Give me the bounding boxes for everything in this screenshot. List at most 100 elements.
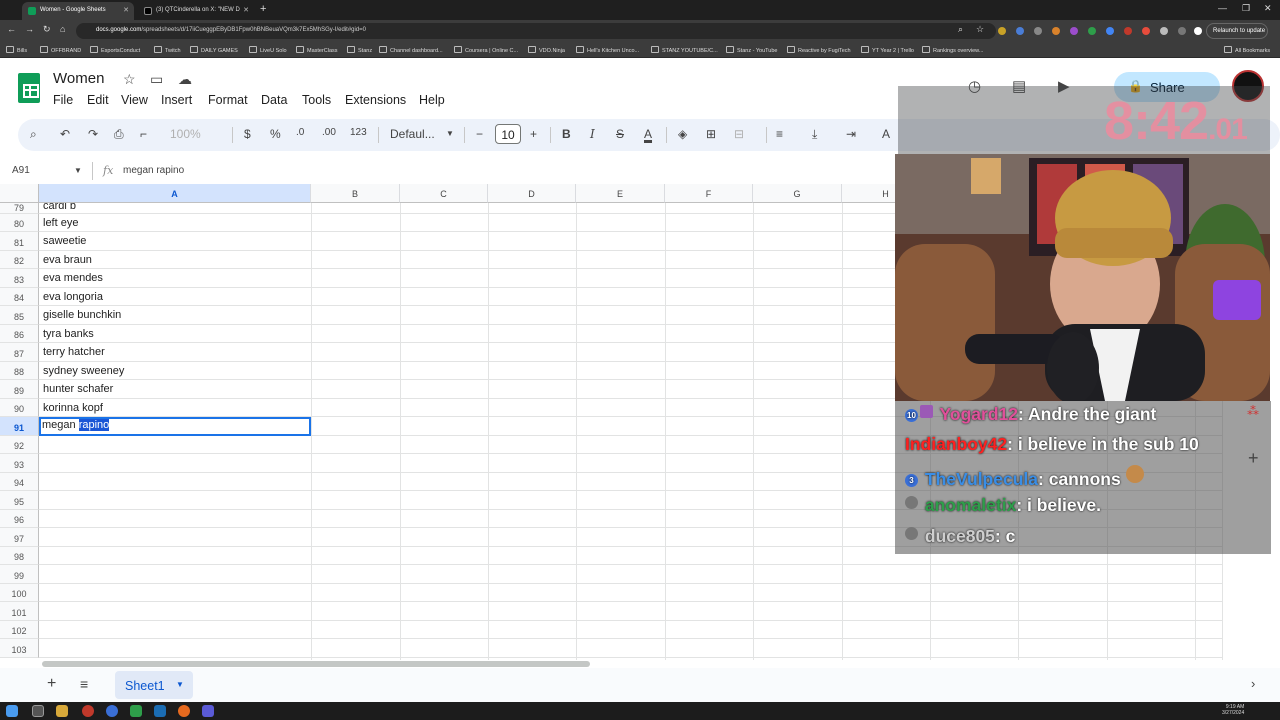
undo-icon[interactable]: ↶: [60, 127, 70, 141]
row-header[interactable]: 101: [0, 602, 39, 621]
row-header[interactable]: 79: [0, 203, 39, 214]
text-color-button[interactable]: A: [644, 127, 652, 141]
profile-avatar-icon[interactable]: [1194, 27, 1202, 35]
row-header[interactable]: 96: [0, 509, 39, 528]
merge-cells-icon[interactable]: ⊟: [734, 127, 744, 141]
row-header[interactable]: 94: [0, 472, 39, 491]
row-header[interactable]: 93: [0, 454, 39, 473]
column-header-g[interactable]: G: [753, 184, 842, 203]
explore-arrow-icon[interactable]: ›: [1251, 676, 1255, 691]
chevron-down-icon[interactable]: ▼: [74, 166, 82, 175]
back-icon[interactable]: ←: [7, 24, 16, 34]
sheets-logo-icon[interactable]: [18, 73, 40, 103]
bold-button[interactable]: B: [562, 127, 571, 141]
vertical-align-icon[interactable]: ⤓: [812, 127, 817, 142]
extension-icon[interactable]: [1106, 27, 1114, 35]
row-header[interactable]: 102: [0, 620, 39, 639]
chevron-down-icon[interactable]: ▼: [176, 680, 184, 689]
row-header[interactable]: 95: [0, 491, 39, 510]
row-header[interactable]: 87: [0, 343, 39, 362]
all-bookmarks[interactable]: All Bookmarks: [1224, 46, 1270, 54]
address-bar[interactable]: docs.google.com/spreadsheets/d/17iiCuegg…: [76, 23, 996, 39]
search-icon[interactable]: ⌕: [958, 24, 963, 35]
tab-search-icon[interactable]: [1178, 27, 1186, 35]
chevron-down-icon[interactable]: ▼: [446, 129, 454, 138]
menu-edit[interactable]: Edit: [87, 93, 109, 107]
minimize-icon[interactable]: —: [1218, 3, 1227, 13]
bookmark-item[interactable]: Channel dashboard...: [379, 46, 443, 54]
row-header[interactable]: 86: [0, 324, 39, 343]
text-wrapping-icon[interactable]: ⇥: [846, 127, 856, 141]
cell-a[interactable]: giselle bunchkin: [43, 309, 121, 321]
row-header[interactable]: 84: [0, 287, 39, 306]
bookmark-item[interactable]: LiveU Solo: [249, 46, 287, 54]
document-title[interactable]: Women: [53, 70, 104, 87]
row-header[interactable]: 82: [0, 250, 39, 269]
column-header-e[interactable]: E: [576, 184, 665, 203]
redo-icon[interactable]: ↷: [88, 127, 98, 141]
cell-a[interactable]: hunter schafer: [43, 383, 113, 395]
paint-format-icon[interactable]: ⌐: [140, 127, 147, 141]
bookmark-item[interactable]: Hell's Kitchen Unco...: [576, 46, 639, 54]
chrome-icon[interactable]: [32, 705, 44, 717]
column-header-a[interactable]: A: [39, 184, 311, 203]
cell-a[interactable]: tyra banks: [43, 328, 94, 340]
menu-help[interactable]: Help: [419, 93, 445, 107]
row-header[interactable]: 81: [0, 232, 39, 251]
home-icon[interactable]: ⌂: [60, 24, 65, 34]
bookmark-item[interactable]: Stanz - YouTube: [726, 46, 777, 54]
font-family-select[interactable]: Defaul...: [390, 127, 435, 141]
column-header-b[interactable]: B: [311, 184, 400, 203]
borders-icon[interactable]: ⊞: [706, 127, 716, 141]
extension-icon[interactable]: [1070, 27, 1078, 35]
reload-icon[interactable]: ↻: [43, 24, 51, 35]
horizontal-align-icon[interactable]: ≡: [776, 127, 783, 141]
star-icon[interactable]: ☆: [123, 71, 136, 88]
row-header[interactable]: 92: [0, 435, 39, 454]
tab-x-post[interactable]: (3) QTCinderella on X: "NEW D ✕: [138, 2, 254, 20]
font-size-input[interactable]: 10: [495, 124, 521, 144]
cell-a[interactable]: terry hatcher: [43, 346, 105, 358]
cell-editor-text[interactable]: megan rapino: [42, 419, 110, 431]
tab-google-sheets[interactable]: Women - Google Sheets ✕: [22, 2, 134, 20]
horizontal-scrollbar[interactable]: [40, 660, 1222, 668]
extension-icon[interactable]: [1034, 27, 1042, 35]
bookmark-item[interactable]: Bills: [6, 46, 27, 54]
move-folder-icon[interactable]: ▭: [150, 71, 163, 88]
bookmark-item[interactable]: Coursera | Online C...: [454, 46, 518, 54]
bookmark-item[interactable]: EsportsConduct: [90, 46, 140, 54]
name-box[interactable]: A91: [12, 165, 30, 176]
formula-input[interactable]: megan rapino: [123, 165, 184, 176]
column-header-f[interactable]: F: [665, 184, 753, 203]
row-header[interactable]: 90: [0, 398, 39, 417]
relaunch-button[interactable]: Relaunch to update: [1206, 23, 1268, 39]
menu-extensions[interactable]: Extensions: [345, 93, 406, 107]
increase-decimal-button[interactable]: .00: [322, 127, 336, 138]
bookmark-item[interactable]: Twitch: [154, 46, 181, 54]
row-header[interactable]: 97: [0, 528, 39, 547]
percent-format-button[interactable]: %: [270, 127, 281, 141]
decrease-font-size-icon[interactable]: −: [476, 127, 483, 141]
menu-data[interactable]: Data: [261, 93, 287, 107]
fill-color-icon[interactable]: ◈: [678, 127, 687, 141]
close-window-icon[interactable]: ✕: [1264, 3, 1272, 14]
increase-font-size-icon[interactable]: +: [530, 127, 537, 141]
close-tab-icon[interactable]: ✕: [123, 6, 129, 14]
extension-icon[interactable]: [998, 27, 1006, 35]
row-header[interactable]: 89: [0, 380, 39, 399]
bookmark-item[interactable]: DAILY GAMES: [190, 46, 238, 54]
new-tab-button[interactable]: +: [260, 3, 266, 15]
cell-a[interactable]: sydney sweeney: [43, 365, 124, 377]
bookmark-item[interactable]: MasterClass: [296, 46, 338, 54]
zoom-select[interactable]: 100%: [170, 127, 201, 141]
column-header-c[interactable]: C: [400, 184, 488, 203]
row-header[interactable]: 98: [0, 546, 39, 565]
app-icon[interactable]: [130, 705, 142, 717]
row-header[interactable]: 103: [0, 639, 39, 658]
row-header[interactable]: 83: [0, 269, 39, 288]
menu-format[interactable]: Format: [208, 93, 248, 107]
select-all-corner[interactable]: [0, 184, 39, 203]
cell-a[interactable]: eva braun: [43, 254, 92, 266]
extensions-puzzle-icon[interactable]: [1160, 27, 1168, 35]
print-icon[interactable]: ⎙: [114, 127, 124, 142]
